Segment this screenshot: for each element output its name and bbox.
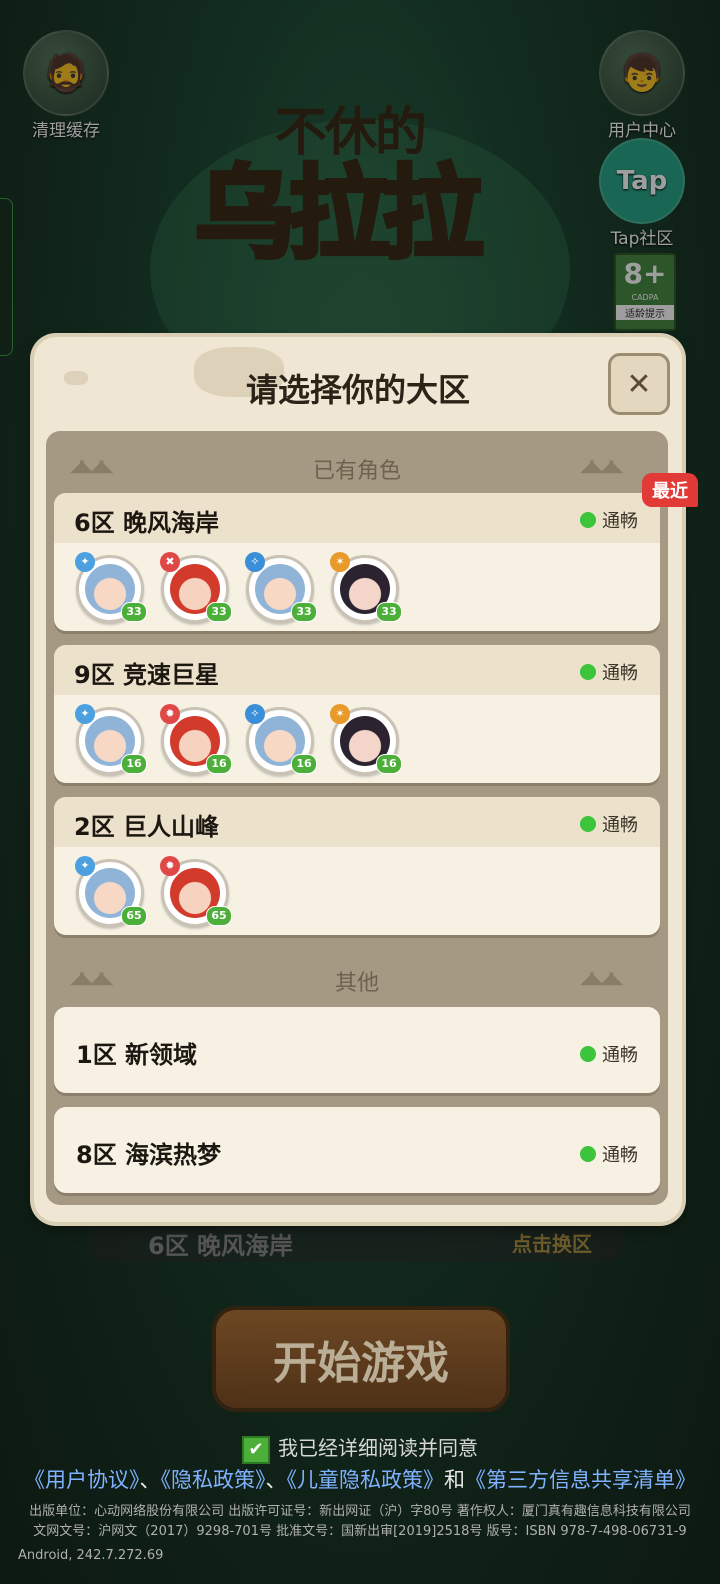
policy-links: 《用户协议》、《隐私政策》、《儿童隐私政策》和《第三方信息共享清单》	[0, 1464, 720, 1494]
child-privacy-link[interactable]: 《儿童隐私政策》	[287, 1468, 445, 1492]
server-status: 通畅	[580, 659, 638, 685]
role-avatar[interactable]: ✹ 16	[160, 704, 232, 775]
role-level: 65	[121, 906, 147, 926]
and-text: 和	[444, 1468, 465, 1492]
server-status-text: 通畅	[602, 815, 638, 836]
server-status: 通畅	[580, 811, 638, 837]
agreement-row: ✔ 我已经详细阅读并同意	[0, 1432, 720, 1464]
class-icon: ✦	[75, 552, 95, 572]
role-level: 33	[376, 602, 402, 622]
class-icon: ✦	[75, 856, 95, 876]
version-text: Android, 242.7.272.69	[18, 1548, 164, 1563]
server-name: 6区 晚风海岸	[74, 509, 220, 537]
privacy-policy-link[interactable]: 《隐私政策》	[161, 1468, 266, 1492]
current-server-name: 6区 晚风海岸	[148, 1232, 294, 1260]
class-icon: ✶	[330, 704, 350, 724]
role-avatar[interactable]: ✶ 16	[330, 704, 402, 775]
modal-title: 请选择你的大区	[245, 371, 470, 409]
class-icon: ✹	[160, 704, 180, 724]
section-other: 其他	[334, 971, 379, 996]
role-avatar[interactable]: ✶ 33	[330, 552, 402, 623]
role-level: 16	[121, 754, 147, 774]
role-avatar-row: ✦ 16 ✹ 16 ✧ 16 ✶ 16	[54, 695, 660, 783]
class-icon: ✧	[245, 552, 265, 572]
server-card[interactable]: 1区 新领域 通畅	[54, 1007, 660, 1093]
status-dot-icon	[580, 1146, 596, 1162]
role-level: 33	[121, 602, 147, 622]
start-game-button[interactable]: 开始游戏	[212, 1306, 510, 1412]
server-list[interactable]: ◢◣◢◣ ◢◣◢◣ 已有角色 6区 晚风海岸 通畅 ✦ 33 ✖ 33 ✧ 33 ✶ 33 9区 竞…	[46, 431, 668, 1205]
server-name: 1区 新领域	[76, 1041, 198, 1069]
separator: 、	[265, 1468, 287, 1492]
agree-checkbox[interactable]: ✔	[242, 1435, 270, 1464]
server-name: 9区 竞速巨星	[74, 661, 220, 689]
third-party-list-link[interactable]: 《第三方信息共享清单》	[465, 1468, 696, 1492]
server-card[interactable]: 6区 晚风海岸 通畅 ✦ 33 ✖ 33 ✧ 33 ✶ 33	[54, 493, 660, 631]
server-name: 2区 巨人山峰	[74, 813, 220, 841]
server-status-text: 通畅	[602, 1045, 638, 1066]
separator: 、	[139, 1468, 161, 1492]
agree-text: 我已经详细阅读并同意	[278, 1436, 478, 1460]
section-existing-roles: 已有角色	[312, 459, 401, 484]
class-icon: ✖	[160, 552, 180, 572]
server-card[interactable]: 9区 竞速巨星 通畅 ✦ 16 ✹ 16 ✧ 16 ✶ 16	[54, 645, 660, 783]
user-agreement-link[interactable]: 《用户协议》	[24, 1468, 140, 1492]
role-avatar[interactable]: ✧ 33	[245, 552, 317, 623]
switch-server-link[interactable]: 点击换区	[512, 1228, 592, 1257]
role-avatar-row: ✦ 33 ✖ 33 ✧ 33 ✶ 33	[54, 543, 660, 631]
class-icon: ✧	[245, 704, 265, 724]
publisher-info: 出版单位：心动网络股份有限公司 出版许可证号：新出网证（沪）字80号 著作权人：…	[29, 1504, 691, 1519]
license-info: 文网文号：沪网文（2017）9298-701号 批准文号：国新出审[2019]2…	[33, 1524, 687, 1539]
server-status-text: 通畅	[602, 1145, 638, 1166]
class-icon: ✶	[330, 552, 350, 572]
close-button[interactable]: ✕	[608, 353, 670, 415]
role-avatar[interactable]: ✧ 16	[245, 704, 317, 775]
role-avatar-row: ✦ 65 ✹ 65	[54, 847, 660, 935]
server-card[interactable]: 8区 海滨热梦 通畅	[54, 1107, 660, 1193]
role-avatar[interactable]: ✖ 33	[160, 552, 232, 623]
status-dot-icon	[580, 664, 596, 680]
server-status-text: 通畅	[602, 663, 638, 684]
role-level: 16	[291, 754, 317, 774]
server-status: 通畅	[580, 1141, 638, 1167]
status-dot-icon	[580, 512, 596, 528]
recent-badge: 最近	[642, 473, 698, 507]
server-card-header: 2区 巨人山峰 通畅	[54, 797, 660, 847]
server-name: 8区 海滨热梦	[76, 1141, 222, 1169]
server-status: 通畅	[580, 1041, 638, 1067]
role-avatar[interactable]: ✦ 65	[75, 856, 147, 927]
class-icon: ✹	[160, 856, 180, 876]
role-level: 16	[206, 754, 232, 774]
role-level: 33	[206, 602, 232, 622]
role-avatar[interactable]: ✦ 16	[75, 704, 147, 775]
server-card-header: 6区 晚风海岸 通畅	[54, 493, 660, 543]
close-icon: ✕	[626, 366, 652, 402]
status-dot-icon	[580, 816, 596, 832]
server-status: 通畅	[580, 507, 638, 533]
server-select-modal: 请选择你的大区 ✕ ◢◣◢◣ ◢◣◢◣ 已有角色 6区 晚风海岸 通畅 ✦ 33 ✖ 33…	[34, 337, 698, 1222]
server-status-text: 通畅	[602, 511, 638, 532]
role-level: 16	[376, 754, 402, 774]
current-server-bar[interactable]: 6区 晚风海岸 点击换区	[92, 1222, 622, 1262]
class-icon: ✦	[75, 704, 95, 724]
status-dot-icon	[580, 1046, 596, 1062]
role-avatar[interactable]: ✦ 33	[75, 552, 147, 623]
role-level: 65	[206, 906, 232, 926]
role-level: 33	[291, 602, 317, 622]
server-card[interactable]: 2区 巨人山峰 通畅 ✦ 65 ✹ 65	[54, 797, 660, 935]
server-card-header: 9区 竞速巨星 通畅	[54, 645, 660, 695]
role-avatar[interactable]: ✹ 65	[160, 856, 232, 927]
